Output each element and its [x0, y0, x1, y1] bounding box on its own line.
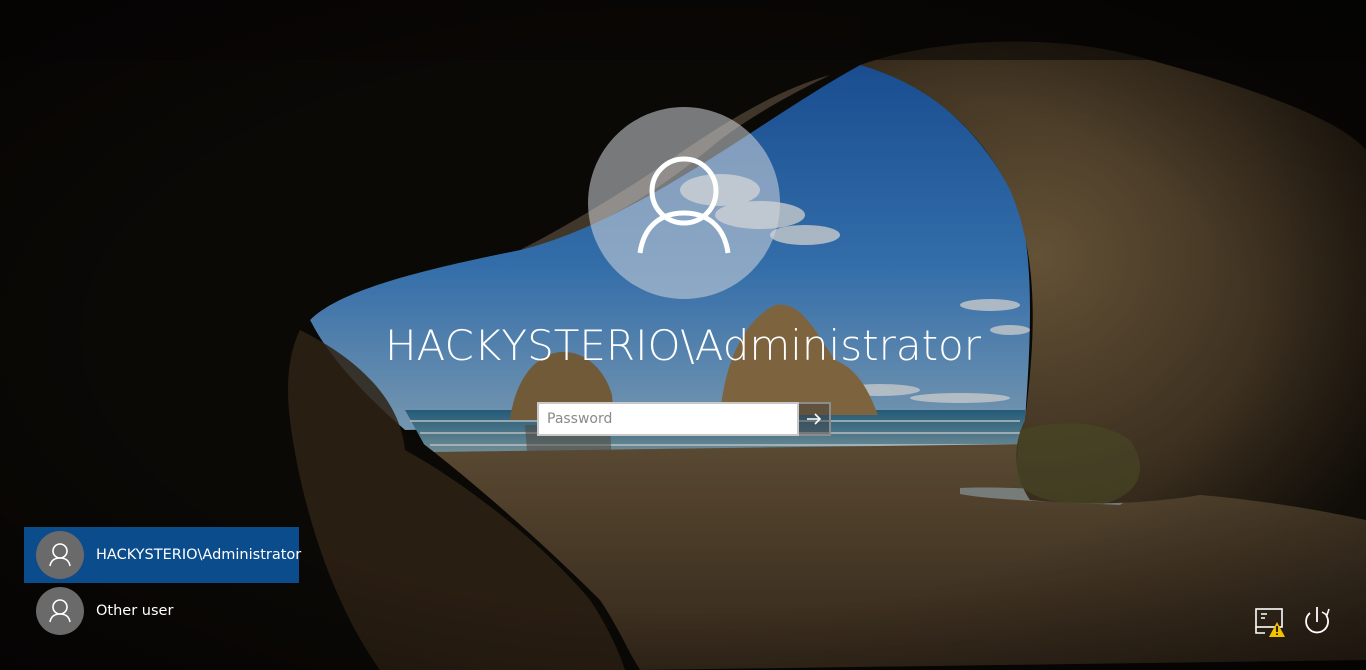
user-icon [49, 599, 71, 623]
network-warning-icon[interactable] [1253, 605, 1287, 639]
user-tile-administrator[interactable]: HACKYSTERIO\Administrator [24, 527, 302, 583]
user-list: HACKYSTERIO\Administrator Other user [24, 527, 304, 639]
user-tile-label: Other user [96, 603, 174, 619]
user-tile-label: HACKYSTERIO\Administrator [96, 547, 302, 563]
power-icon[interactable] [1300, 604, 1334, 638]
user-name-title: HACKYSTERIO\Administrator [384, 321, 982, 370]
tile-avatar [36, 531, 84, 579]
user-icon [49, 543, 71, 567]
tile-avatar [36, 587, 84, 635]
user-icon [637, 156, 731, 254]
lock-screen: HACKYSTERIO\Administrator HACKYSTERIO\Ad… [0, 0, 1366, 670]
user-tile-other-user[interactable]: Other user [24, 583, 304, 639]
password-input[interactable] [537, 402, 799, 436]
user-avatar-large [588, 107, 780, 299]
arrow-right-icon [807, 413, 822, 425]
submit-button[interactable] [799, 402, 831, 436]
password-form [537, 402, 831, 436]
